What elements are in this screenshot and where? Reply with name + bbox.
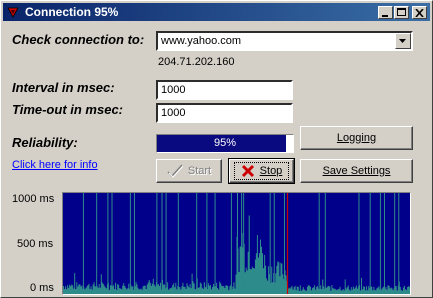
resolved-ip: 204.71.202.160 xyxy=(158,56,235,68)
maximize-button[interactable] xyxy=(394,6,409,19)
y-tick-label-0: 0 ms xyxy=(30,282,54,294)
timeout-label: Time-out in msec: xyxy=(12,102,124,117)
interval-input[interactable]: 1000 xyxy=(156,80,293,100)
interval-label: Interval in msec: xyxy=(12,80,115,95)
logging-button-label: Logging xyxy=(336,132,377,144)
logging-button[interactable]: Logging xyxy=(300,126,413,150)
host-combobox[interactable]: www.yahoo.com xyxy=(156,31,413,51)
info-link[interactable]: Click here for info xyxy=(12,159,98,171)
reliability-progress-text: 95% xyxy=(213,137,237,149)
close-button[interactable] xyxy=(412,6,427,19)
app-icon xyxy=(7,7,19,18)
host-dropdown-button[interactable] xyxy=(395,33,411,49)
reliability-progress-bar: 95% xyxy=(156,134,294,153)
maximize-icon xyxy=(397,8,406,16)
stop-button-label: Stop xyxy=(259,165,283,177)
timeout-input[interactable]: 1000 xyxy=(156,103,293,123)
stop-button-focus: Stop xyxy=(233,162,290,180)
chevron-down-icon xyxy=(399,38,406,43)
app-window: Connection 95% Check connection to: www.… xyxy=(0,0,433,298)
save-settings-button[interactable]: Save Settings xyxy=(300,159,413,183)
stop-button[interactable]: Stop xyxy=(228,158,295,184)
check-connection-label: Check connection to: xyxy=(12,32,145,47)
y-tick-label-1000: 1000 ms xyxy=(12,193,55,205)
close-icon xyxy=(415,8,424,17)
window-title: Connection 95% xyxy=(25,5,119,19)
start-button[interactable]: Start xyxy=(156,159,222,183)
y-tick-label-500: 500 ms xyxy=(17,238,54,250)
response-time-chart xyxy=(62,192,411,295)
start-button-label: Start xyxy=(187,165,212,177)
response-time-plot xyxy=(63,193,410,294)
save-settings-button-label: Save Settings xyxy=(322,165,391,177)
reliability-label: Reliability: xyxy=(12,135,78,150)
minimize-button[interactable] xyxy=(378,6,393,19)
checkmark-icon xyxy=(167,164,183,178)
title-bar[interactable]: Connection 95% xyxy=(3,3,430,21)
host-value: www.yahoo.com xyxy=(161,35,242,47)
minimize-icon xyxy=(382,14,388,17)
stop-x-icon xyxy=(241,164,254,178)
